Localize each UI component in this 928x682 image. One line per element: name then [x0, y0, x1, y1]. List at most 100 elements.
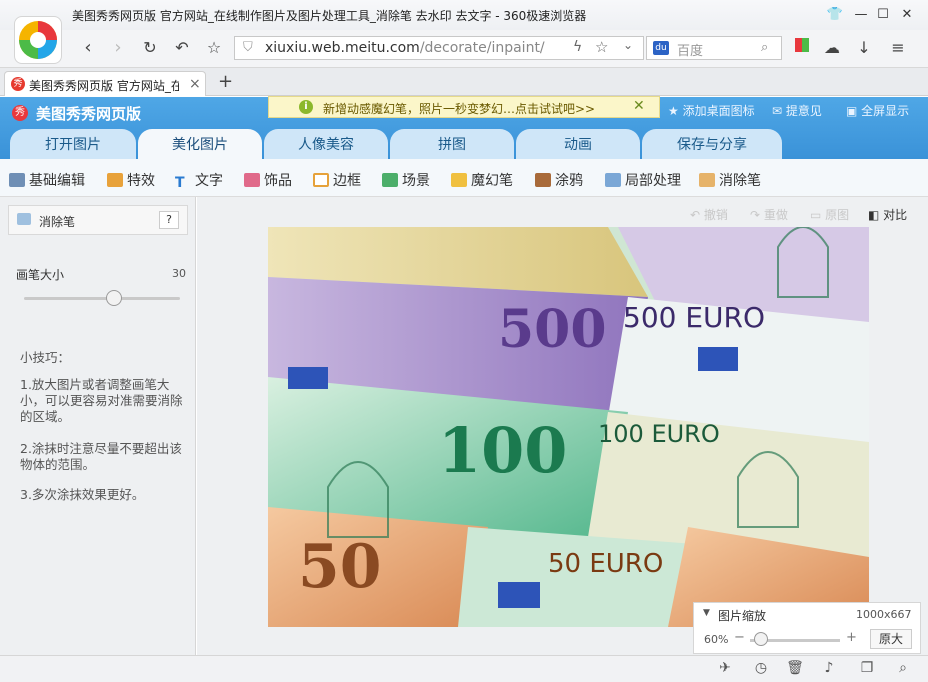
tool-magic-pen[interactable]: 魔幻笔 [451, 170, 513, 190]
add-desktop-icon-link[interactable]: ★ 添加桌面图标 [668, 102, 755, 119]
help-button[interactable]: ? [159, 211, 179, 229]
cloud-icon[interactable]: ☁ [820, 36, 844, 60]
basic-edit-icon [9, 173, 25, 187]
browser-tab[interactable]: 秀 美图秀秀网页版 官方网站_在线制作 × [4, 71, 206, 96]
search-input[interactable]: 百度 [677, 40, 703, 59]
magic-pen-icon [451, 173, 467, 187]
banknote-100-euro-text: 100 EURO [598, 420, 720, 448]
panel-header: 消除笔 ? [8, 205, 188, 235]
tool-text[interactable]: T 文字 [175, 170, 223, 190]
bookmark-star-icon[interactable]: ☆ [595, 38, 608, 56]
speed-icon[interactable]: ◷ [752, 660, 770, 676]
tool-accessories[interactable]: 饰品 [244, 170, 292, 190]
volume-icon[interactable]: ♪ [820, 660, 838, 676]
meitu-favicon-icon: 秀 [11, 77, 25, 91]
window-title: 美图秀秀网页版 官方网站_在线制作图片及图片处理工具_消除笔 去水印 去文字 -… [72, 9, 587, 23]
undo-button[interactable]: ↶ 撤销 [690, 206, 728, 223]
tool-label: 魔幻笔 [471, 173, 513, 189]
fullscreen-link[interactable]: ▣ 全屏显示 [846, 102, 909, 119]
url-host: xiuxiu.web.meitu.com [265, 40, 420, 56]
add-desktop-icon-label: 添加桌面图标 [682, 104, 755, 118]
skin-icon[interactable]: 👕 [826, 6, 844, 24]
redo-button[interactable]: ↷ 重做 [750, 206, 788, 223]
search-icon[interactable]: ⌕ [761, 40, 768, 55]
tool-scene[interactable]: 场景 [382, 170, 430, 190]
tab-portrait[interactable]: 人像美容 [264, 129, 388, 159]
baidu-icon: du [653, 41, 669, 55]
tab-collage[interactable]: 拼图 [390, 129, 514, 159]
promo-text[interactable]: 新增动感魔幻笔，照片一秒变梦幻…点击试试吧>> [323, 100, 595, 117]
tool-label: 饰品 [264, 173, 292, 189]
banknote-50-text: 50 [298, 532, 382, 602]
maximize-button[interactable]: ☐ [874, 6, 892, 24]
refresh-icon[interactable]: ↻ [138, 36, 162, 60]
tip-3: 3.多次涂抹效果更好。 [20, 487, 145, 502]
tab-animation[interactable]: 动画 [516, 129, 640, 159]
frame-icon [313, 173, 329, 187]
forward-icon[interactable]: › [106, 36, 130, 60]
window-icon[interactable]: ❐ [858, 660, 876, 676]
promo-close-icon[interactable]: ✕ [633, 98, 645, 114]
tool-eraser-pen[interactable]: 消除笔 [699, 170, 761, 190]
original-size-button[interactable]: 原大 [870, 629, 912, 649]
title-bar: 美图秀秀网页版 官方网站_在线制作图片及图片处理工具_消除笔 去水印 去文字 -… [0, 0, 928, 30]
feedback-label: 提意见 [785, 104, 822, 118]
zoom-in-icon[interactable]: + [846, 630, 857, 645]
zoom-title: 图片缩放 [718, 609, 767, 623]
address-text[interactable]: xiuxiu.web.meitu.com/decorate/inpaint/ [265, 40, 545, 56]
tool-doodle[interactable]: 涂鸦 [535, 170, 583, 190]
url-path: /decorate/inpaint/ [419, 40, 545, 56]
tab-save-share[interactable]: 保存与分享 [642, 129, 782, 159]
eraser-icon [699, 173, 715, 187]
chevron-down-icon[interactable]: ⌄ [623, 38, 633, 52]
tool-label: 消除笔 [719, 173, 761, 189]
magnifier-icon[interactable]: ⌕ [894, 660, 912, 676]
tool-frame[interactable]: 边框 [313, 170, 361, 190]
pin-icon[interactable]: ✈ [716, 660, 734, 676]
edited-photo[interactable]: 500 500 EURO 100 100 EURO 50 50 EURO [268, 227, 869, 627]
promo-banner[interactable]: i 新增动感魔幻笔，照片一秒变梦幻…点击试试吧>> ✕ [268, 96, 660, 118]
brush-size-slider[interactable] [24, 297, 180, 300]
collapse-arrow-icon[interactable]: ▼ [703, 608, 710, 618]
back-icon[interactable]: ‹ [76, 36, 100, 60]
zoom-out-icon[interactable]: − [734, 630, 745, 645]
tool-basic-edit[interactable]: 基础编辑 [9, 170, 85, 190]
download-icon[interactable]: ↓ [852, 36, 876, 60]
tip-1: 1.放大图片或者调整画笔大小，可以更容易对准需要消除的区域。 [20, 377, 183, 424]
original-button[interactable]: ▭ 原图 [810, 206, 849, 223]
menu-icon[interactable]: ≡ [886, 36, 910, 60]
tip-2: 2.涂抹时注意尽量不要超出该物体的范围。 [20, 441, 182, 472]
banknote-500-text: 500 [498, 299, 607, 360]
search-box[interactable]: du 百度 ⌕ [646, 36, 782, 60]
feedback-link[interactable]: ✉ 提意见 [772, 102, 822, 119]
bolt-icon[interactable]: ϟ [573, 39, 582, 55]
eu-flag-icon [698, 347, 738, 371]
text-t-icon: T [175, 175, 185, 191]
apps-grid-icon[interactable] [790, 36, 814, 60]
minimize-button[interactable]: — [852, 6, 870, 24]
app-title: 美图秀秀网页版 [36, 105, 142, 123]
tool-label: 基础编辑 [29, 173, 85, 189]
fullscreen-label: 全屏显示 [861, 104, 910, 118]
address-bar[interactable]: ⛉ xiuxiu.web.meitu.com/decorate/inpaint/… [234, 36, 644, 60]
new-tab-button[interactable]: + [218, 71, 233, 92]
tab-beautify[interactable]: 美化图片 [138, 129, 262, 159]
tab-close-icon[interactable]: × [189, 76, 201, 92]
eu-flag-icon [288, 367, 328, 389]
tab-open-image[interactable]: 打开图片 [10, 129, 136, 159]
undo-close-icon[interactable]: ↶ [170, 36, 194, 60]
close-button[interactable]: ✕ [898, 6, 916, 24]
tool-local-process[interactable]: 局部处理 [605, 170, 681, 190]
zoom-percent: 60% [704, 633, 729, 646]
trash-icon[interactable]: 🗑 [786, 660, 804, 676]
compare-button[interactable]: ◧ 对比 [868, 206, 907, 223]
zoom-panel: ▼ 图片缩放 1000x667 60% − + 原大 [693, 602, 921, 654]
browser-logo[interactable] [14, 16, 62, 64]
favorite-star-icon[interactable]: ☆ [202, 36, 226, 60]
bow-icon [244, 173, 260, 187]
magic-wand-icon [107, 173, 123, 187]
info-icon: i [299, 100, 313, 114]
meitu-logo-icon: 秀 [12, 105, 28, 121]
tool-effects[interactable]: 特效 [107, 170, 155, 190]
zoom-slider-handle[interactable] [754, 632, 768, 646]
